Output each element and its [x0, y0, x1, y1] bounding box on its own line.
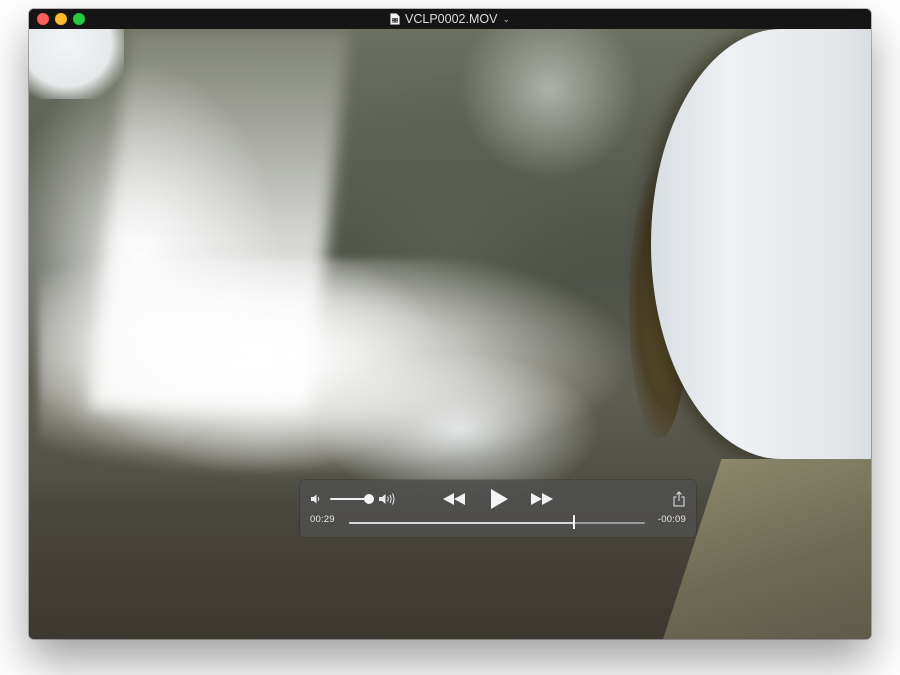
volume-low-icon[interactable]: [310, 493, 322, 505]
play-icon[interactable]: [488, 488, 510, 510]
volume-high-icon[interactable]: [378, 492, 398, 506]
chevron-down-icon[interactable]: ⌄: [502, 14, 510, 25]
quicktime-window: VCLP0002.MOV ⌄ 00:29 -00:09: [29, 9, 871, 639]
scrubber-playhead[interactable]: [572, 515, 575, 529]
video-frame[interactable]: [29, 29, 871, 639]
current-time: 00:29: [310, 514, 335, 525]
volume-slider-knob[interactable]: [364, 494, 374, 504]
remaining-time: -00:09: [657, 514, 686, 525]
rewind-icon[interactable]: [442, 492, 466, 506]
playback-controls: 00:29 -00:09: [300, 480, 696, 537]
scrubber-played: [349, 522, 574, 524]
movie-document-icon: [390, 13, 400, 25]
window-title: VCLP0002.MOV: [405, 12, 498, 26]
fast-forward-icon[interactable]: [530, 492, 554, 506]
title-bar[interactable]: VCLP0002.MOV ⌄: [29, 9, 871, 29]
window-title-group[interactable]: VCLP0002.MOV ⌄: [29, 9, 871, 29]
share-icon[interactable]: [672, 491, 686, 507]
